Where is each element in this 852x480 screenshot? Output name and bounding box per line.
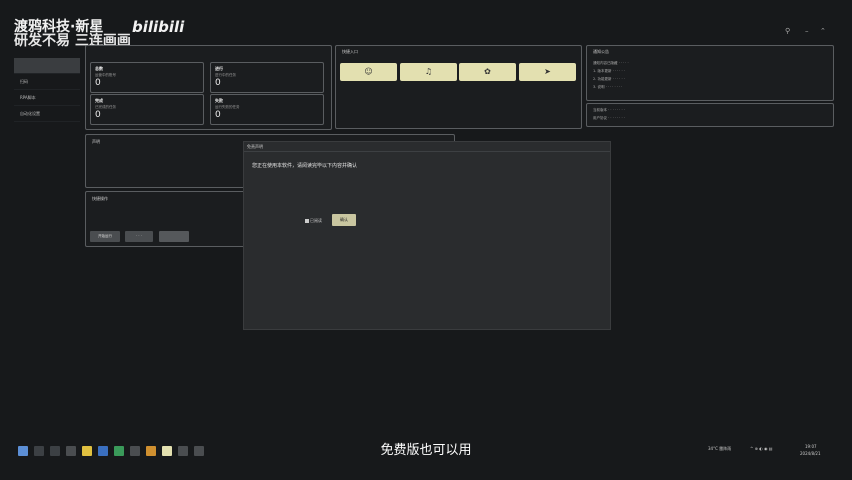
checkbox-label: 已阅读 bbox=[310, 218, 322, 223]
notice-line: 通知内容已隐藏 · · · · · bbox=[593, 61, 629, 65]
stat-card-done[interactable]: 完成 已完成的任务 0 bbox=[90, 94, 204, 125]
stat-badge: 进行 bbox=[215, 66, 223, 71]
read-checkbox[interactable]: 已阅读 bbox=[305, 218, 322, 224]
version-info-panel: 当前版本 · · · · · · · · 用户协议 · · · · · · · … bbox=[586, 103, 834, 127]
quick-access-panel: 快捷入口 bbox=[335, 45, 582, 129]
sidebar-item-scan[interactable]: 扫码 bbox=[14, 74, 80, 90]
quick-send-button[interactable]: ➤ bbox=[519, 63, 576, 81]
start-run-button[interactable]: 开始运行 bbox=[90, 231, 120, 242]
stat-badge: 完成 bbox=[95, 98, 103, 103]
quick-access-title: 快捷入口 bbox=[342, 49, 358, 54]
watermark-line1: 渡鸦科技·新星 bbox=[14, 19, 104, 35]
stat-value: 0 bbox=[215, 110, 221, 120]
action-button-3[interactable] bbox=[159, 231, 189, 242]
declaration-title: 声明 bbox=[92, 139, 100, 144]
stat-value: 0 bbox=[95, 110, 101, 120]
stat-badge: 失败 bbox=[215, 98, 223, 103]
minimize-icon[interactable]: – bbox=[805, 27, 809, 35]
stat-value: 0 bbox=[215, 78, 221, 88]
send-icon: ➤ bbox=[544, 67, 551, 76]
quick-bell-button[interactable]: ♫ bbox=[400, 63, 457, 81]
bell-icon: ♫ bbox=[424, 67, 433, 76]
stat-card-running[interactable]: 进行 进行中的任务 0 bbox=[210, 62, 324, 93]
notice-line: 2. 功能更新 · · · · · · bbox=[593, 77, 625, 81]
action-button-2[interactable]: · · · bbox=[125, 231, 153, 242]
user-icon: ☺ bbox=[364, 67, 373, 76]
actions-title: 快捷操作 bbox=[92, 196, 108, 201]
confirm-button[interactable]: 确认 bbox=[332, 214, 356, 226]
collapse-icon[interactable]: ⌃ bbox=[820, 27, 826, 35]
sidebar-item-automation[interactable]: 自动化设置 bbox=[14, 106, 80, 122]
pin-icon[interactable]: ⚲ bbox=[785, 27, 790, 35]
bilibili-logo: bilibili bbox=[132, 18, 185, 36]
agreement-line: 用户协议 · · · · · · · · bbox=[593, 116, 625, 120]
watermark: 渡鸦科技·新星 研发不易 三连画画 bilibili bbox=[14, 19, 184, 49]
stat-card-failed[interactable]: 失败 运行失败的任务 0 bbox=[210, 94, 324, 125]
sidebar-item-rpa[interactable]: RPA脚本 bbox=[14, 90, 80, 106]
modal-title: 免责声明 bbox=[244, 142, 610, 152]
checkbox-icon[interactable] bbox=[305, 219, 309, 223]
notice-panel: 通知公告 通知内容已隐藏 · · · · · 1. 版本更新 · · · · ·… bbox=[586, 45, 834, 101]
notice-list: 通知内容已隐藏 · · · · · 1. 版本更新 · · · · · · 2.… bbox=[593, 61, 629, 93]
disclaimer-modal: 免责声明 您正在使用本软件，请阅读完毕以下内容并确认 已阅读 确认 bbox=[243, 141, 611, 330]
sidebar-item-home[interactable] bbox=[14, 58, 80, 74]
settings-icon: ✿ bbox=[484, 67, 491, 76]
video-subtitle: 免费版也可以用 bbox=[380, 443, 472, 458]
stat-value: 0 bbox=[95, 78, 101, 88]
quick-user-button[interactable]: ☺ bbox=[340, 63, 397, 81]
quick-settings-button[interactable]: ✿ bbox=[459, 63, 516, 81]
version-line: 当前版本 · · · · · · · · bbox=[593, 108, 625, 112]
stat-badge: 总数 bbox=[95, 66, 103, 71]
stat-card-total[interactable]: 总数 运营中的账号 0 bbox=[90, 62, 204, 93]
modal-message: 您正在使用本软件，请阅读完毕以下内容并确认 bbox=[252, 163, 358, 169]
sidebar: 扫码 RPA脚本 自动化设置 bbox=[14, 58, 80, 122]
stats-panel: 总数 运营中的账号 0 进行 进行中的任务 0 完成 已完成的任务 0 失败 运… bbox=[85, 45, 332, 130]
notice-title: 通知公告 bbox=[593, 49, 609, 54]
notice-line: 1. 版本更新 · · · · · · bbox=[593, 69, 625, 73]
notice-line: 3. 说明 · · · · · · · · bbox=[593, 85, 623, 89]
